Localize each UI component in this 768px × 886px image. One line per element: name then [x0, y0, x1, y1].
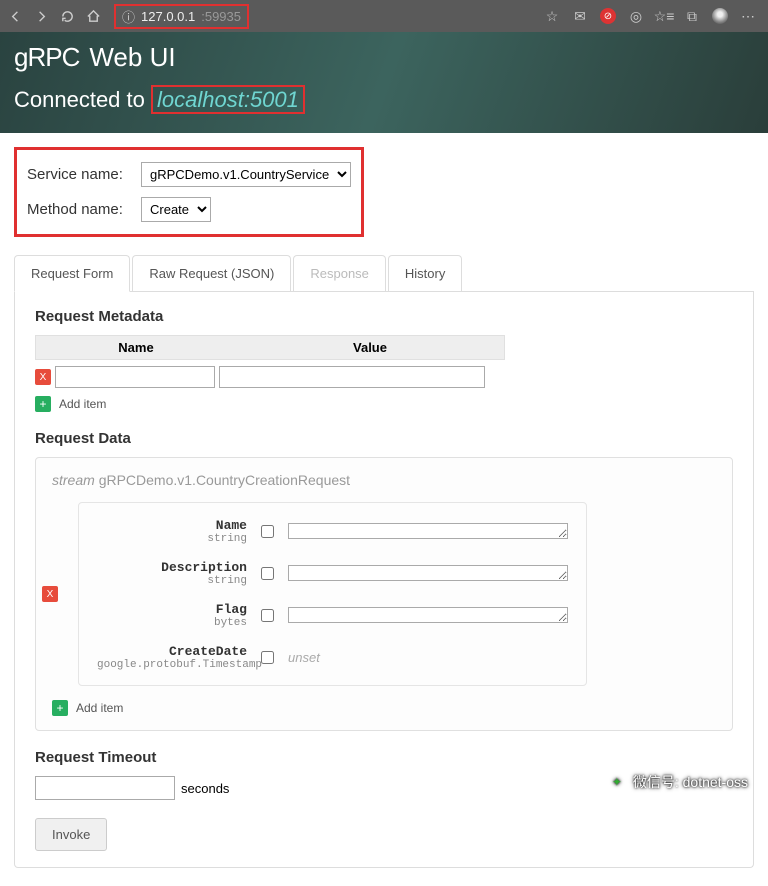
- metadata-col-value: Value: [236, 336, 504, 359]
- field-value-input[interactable]: [288, 523, 568, 539]
- star-icon[interactable]: ☆: [544, 8, 560, 24]
- metadata-row: X: [35, 366, 505, 388]
- remove-metadata-button[interactable]: X: [35, 369, 51, 385]
- remove-item-button[interactable]: X: [42, 586, 58, 602]
- page-title: Web UI: [89, 42, 175, 73]
- method-name-select[interactable]: Create: [141, 197, 211, 222]
- info-icon: ⓘ: [122, 7, 135, 26]
- field-type: string: [97, 575, 247, 587]
- tab-raw-request[interactable]: Raw Request (JSON): [132, 255, 291, 291]
- timeout-unit: seconds: [181, 781, 229, 796]
- profile-avatar[interactable]: [712, 8, 728, 24]
- collections-icon[interactable]: ⧉: [684, 8, 700, 24]
- add-data-item-button[interactable]: +: [52, 700, 68, 716]
- circle-icon[interactable]: ◎: [628, 8, 644, 24]
- tab-request-form[interactable]: Request Form: [14, 255, 130, 292]
- field-name: Flag: [216, 602, 247, 617]
- field-value-input[interactable]: [288, 607, 568, 623]
- field-row: Flagbytes: [97, 601, 568, 629]
- url-bar[interactable]: ⓘ 127.0.0.1 :59935: [114, 4, 249, 29]
- connected-host: localhost:5001: [151, 85, 305, 114]
- watermark: ✦ 微信号: dotnet-oss: [607, 772, 748, 792]
- field-name: Description: [161, 560, 247, 575]
- field-row: Descriptionstring: [97, 559, 568, 587]
- field-name: CreateDate: [169, 644, 247, 659]
- browser-toolbar: ⓘ 127.0.0.1 :59935 ☆ ✉ ⊘ ◎ ☆≡ ⧉ ⋯: [0, 0, 768, 32]
- connected-label: Connected to: [14, 87, 145, 112]
- service-selection-box: Service name: gRPCDemo.v1.CountryService…: [14, 147, 364, 237]
- timeout-input[interactable]: [35, 776, 175, 800]
- method-name-label: Method name:: [27, 201, 131, 218]
- more-icon[interactable]: ⋯: [740, 8, 756, 24]
- home-icon[interactable]: [84, 7, 102, 25]
- field-type: google.protobuf.Timestamp: [97, 659, 247, 671]
- field-name: Name: [216, 518, 247, 533]
- field-enable-checkbox[interactable]: [261, 567, 274, 580]
- stream-label: stream gRPCDemo.v1.CountryCreationReques…: [52, 472, 716, 488]
- add-metadata-label: Add item: [59, 397, 106, 411]
- field-row: CreateDategoogle.protobuf.Timestamp unse…: [97, 643, 568, 671]
- tab-bar: Request Form Raw Request (JSON) Response…: [14, 255, 754, 292]
- grpc-logo: gRPC: [14, 42, 79, 73]
- back-icon[interactable]: [6, 7, 24, 25]
- blocker-icon[interactable]: ⊘: [600, 8, 616, 24]
- url-port: :59935: [201, 9, 241, 24]
- favorites-icon[interactable]: ☆≡: [656, 8, 672, 24]
- add-data-item-label: Add item: [76, 701, 123, 715]
- refresh-icon[interactable]: [58, 7, 76, 25]
- field-unset-label: unset: [288, 650, 320, 665]
- metadata-heading: Request Metadata: [35, 308, 733, 325]
- field-enable-checkbox[interactable]: [261, 525, 274, 538]
- field-row: Namestring: [97, 517, 568, 545]
- field-type: bytes: [97, 617, 247, 629]
- wechat-icon: ✦: [607, 772, 627, 792]
- request-data-box: stream gRPCDemo.v1.CountryCreationReques…: [35, 457, 733, 731]
- field-enable-checkbox[interactable]: [261, 609, 274, 622]
- service-name-select[interactable]: gRPCDemo.v1.CountryService: [141, 162, 351, 187]
- mail-icon[interactable]: ✉: [572, 8, 588, 24]
- field-enable-checkbox[interactable]: [261, 651, 274, 664]
- field-group: Namestring Descriptionstring Flagbytes: [78, 502, 587, 686]
- field-value-input[interactable]: [288, 565, 568, 581]
- data-heading: Request Data: [35, 430, 733, 447]
- field-type: string: [97, 533, 247, 545]
- tab-history[interactable]: History: [388, 255, 462, 291]
- timeout-heading: Request Timeout: [35, 749, 733, 766]
- service-name-label: Service name:: [27, 166, 131, 183]
- tab-response: Response: [293, 255, 386, 291]
- invoke-button[interactable]: Invoke: [35, 818, 107, 851]
- metadata-col-name: Name: [36, 336, 236, 359]
- metadata-name-input[interactable]: [55, 366, 215, 388]
- metadata-header: Name Value: [35, 335, 505, 360]
- add-metadata-button[interactable]: +: [35, 396, 51, 412]
- forward-icon[interactable]: [32, 7, 50, 25]
- url-host: 127.0.0.1: [141, 9, 195, 24]
- page-header: gRPC Web UI Connected to localhost:5001: [0, 32, 768, 133]
- metadata-value-input[interactable]: [219, 366, 485, 388]
